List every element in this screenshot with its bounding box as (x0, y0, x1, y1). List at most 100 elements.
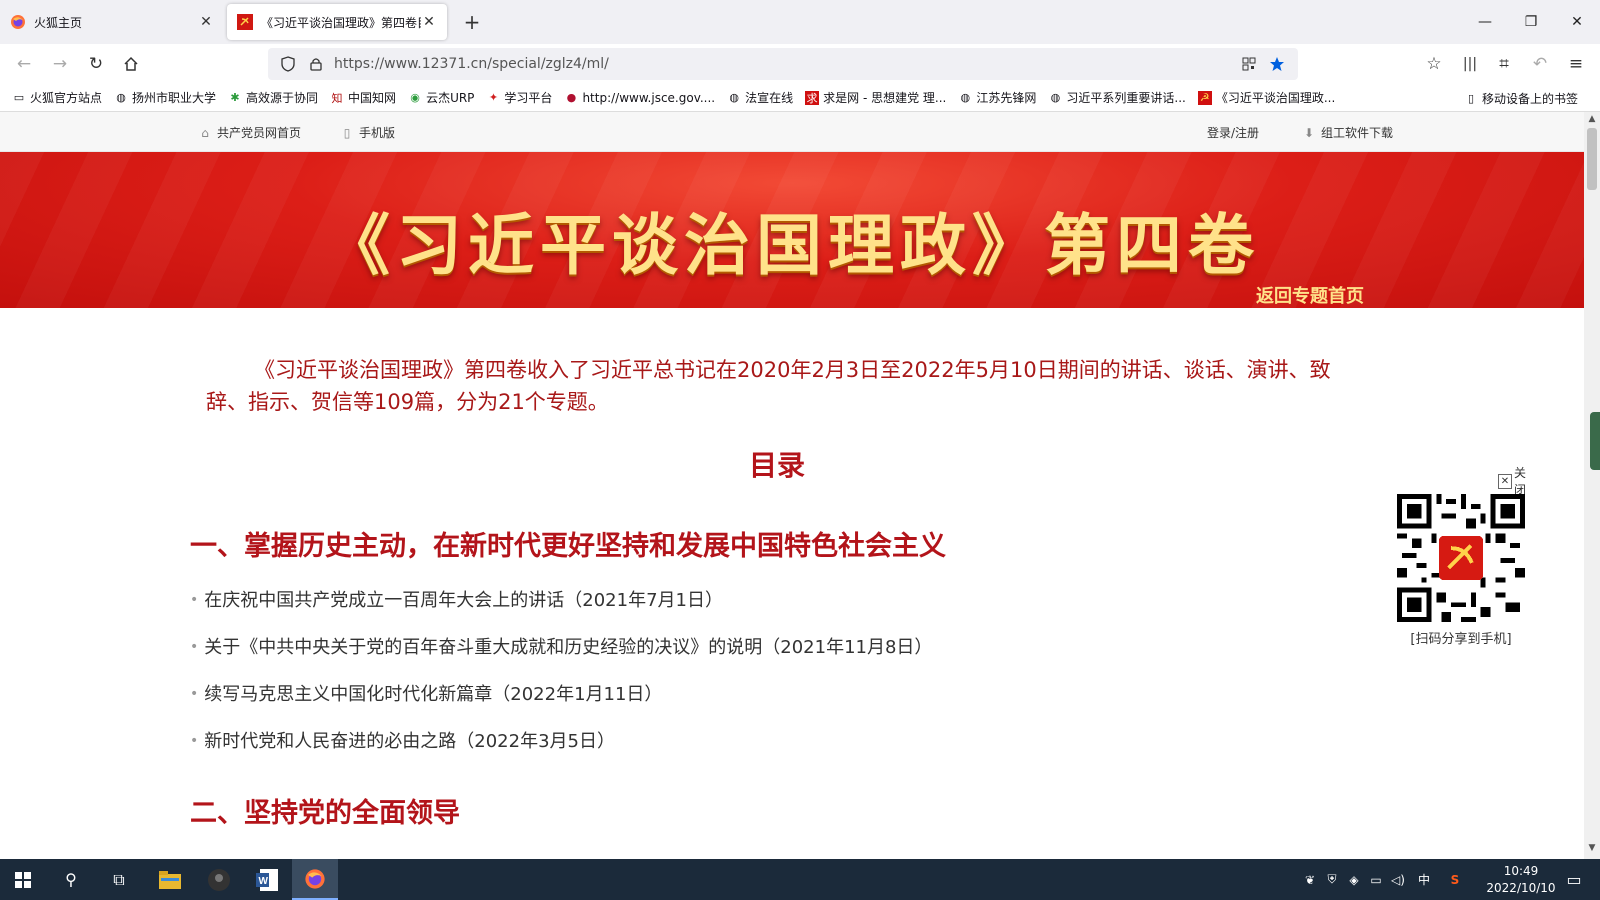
toc-item-link[interactable]: • 在庆祝中国共产党成立一百周年大会上的讲话（2021年7月1日） (190, 577, 1354, 624)
banner-title: 《习近平谈治国理政》第四卷 (324, 206, 1260, 284)
lock-icon[interactable] (306, 54, 326, 74)
bookmark-item[interactable]: 知中国知网 (330, 89, 397, 106)
shield-icon[interactable] (278, 54, 298, 74)
bookmark-item[interactable]: ◍ 习近平系列重要讲话... (1048, 89, 1186, 106)
bookmark-star-icon[interactable] (1266, 53, 1288, 75)
url-text[interactable]: https://www.12371.cn/special/zglz4/ml/ (334, 56, 1232, 72)
bookmark-item[interactable]: ◍ 法宣在线 (727, 89, 793, 106)
bookmark-item[interactable]: ▭ 火狐官方站点 (12, 89, 102, 106)
bookmark-label: 高效源于协同 (246, 91, 319, 105)
bookmark-label: 法宣在线 (745, 91, 794, 105)
address-bar[interactable]: https://www.12371.cn/special/zglz4/ml/ (268, 48, 1298, 80)
file-explorer-icon[interactable] (147, 859, 193, 900)
tray-app-icon[interactable]: ❦ (1300, 859, 1320, 900)
tab-title: 《习近平谈治国理政》第四卷目 (261, 15, 421, 30)
software-download-label: 组工软件下载 (1321, 126, 1394, 140)
firefox-taskbar-icon[interactable] (292, 859, 338, 900)
bookmark-label: 扬州市职业大学 (132, 91, 217, 105)
qiushi-icon: 求 (805, 90, 820, 105)
bullet-icon: • (190, 639, 199, 655)
clock-date: 2022/10/10 (1486, 881, 1556, 895)
download-icon: ⬇ (1303, 125, 1315, 140)
toc-item-link[interactable]: • 新时代党和人民奋进的必由之路（2022年3月5日） (190, 718, 1354, 765)
task-view-icon[interactable]: ⧉ (96, 859, 142, 900)
minimize-button[interactable]: — (1462, 0, 1508, 44)
toc-item-link[interactable]: • 续写马克思主义中国化时代化新篇章（2022年1月11日） (190, 671, 1354, 718)
globe-icon: ◍ (960, 91, 971, 104)
login-link[interactable]: 登录/注册 (1207, 124, 1259, 141)
toc-item-link[interactable]: • 关于《中共中央关于党的百年奋斗重大成就和历史经验的决议》的说明（2021年11… (190, 624, 1354, 671)
new-tab-button[interactable]: + (458, 8, 486, 36)
tab-active-page[interactable]: 《习近平谈治国理政》第四卷目 ✕ (227, 4, 447, 40)
bookmark-item[interactable]: ◍ 江苏先锋网 (958, 89, 1037, 106)
software-download-link[interactable]: ⬇ 组工软件下载 (1302, 124, 1393, 141)
close-icon: ✕ (1498, 473, 1512, 489)
bookmark-label: http://www.jsce.gov.... (582, 90, 716, 105)
network-icon[interactable]: ▭ (1366, 859, 1386, 900)
ime-indicator[interactable]: 中 (1414, 859, 1434, 900)
bookmark-label: 移动设备上的书签 (1481, 92, 1578, 106)
phone-icon: ▯ (1467, 92, 1475, 105)
bookmark-item[interactable]: ✦ 学习平台 (486, 89, 553, 106)
mobile-bookmarks[interactable]: ▯ 移动设备上的书签 (1464, 90, 1578, 107)
menu-icon[interactable]: ≡ (1562, 50, 1590, 78)
pocket-icon[interactable]: ☆ (1420, 50, 1448, 78)
restore-button[interactable]: ❐ (1508, 0, 1554, 44)
bookmark-item[interactable]: 求求是网 - 思想建党 理... (805, 89, 946, 106)
qr-code-icon[interactable] (1238, 53, 1260, 75)
tab-strip: 火狐主页 ✕ 《习近平谈治国理政》第四卷目 ✕ + — ❐ ✕ (0, 0, 1600, 44)
search-icon[interactable]: ⚲ (48, 859, 94, 900)
app-avatar-icon[interactable] (196, 859, 242, 900)
forward-button[interactable]: → (46, 50, 74, 78)
toc-item-label: 在庆祝中国共产党成立一百周年大会上的讲话（2021年7月1日） (204, 590, 723, 611)
party-emblem-icon (237, 14, 253, 30)
start-button[interactable] (0, 859, 46, 900)
tab-close-icon[interactable]: ✕ (421, 14, 437, 30)
bookmark-item[interactable]: ☭ 《习近平谈治国理政... (1197, 89, 1336, 106)
clock-time: 10:49 (1503, 864, 1539, 878)
xuexi-icon: ✦ (488, 91, 499, 104)
home-button[interactable] (117, 50, 145, 78)
back-to-special-home-link[interactable]: 返回专题首页 (1256, 282, 1364, 308)
undo-icon[interactable]: ↶ (1526, 50, 1554, 78)
volume-icon[interactable]: ◁) (1388, 859, 1408, 900)
globe-icon: ◍ (1050, 91, 1061, 104)
scroll-down-icon[interactable]: ▼ (1584, 843, 1600, 857)
security-icon[interactable]: ◈ (1344, 859, 1364, 900)
screenshot-icon[interactable]: ⌗ (1490, 50, 1518, 78)
word-icon[interactable]: W (244, 859, 290, 900)
bookmarks-toolbar: ▭ 火狐官方站点 ◍ 扬州市职业大学 ✱ 高效源于协同 知中国知网 ◉ 云杰URP ✦ 学… (0, 84, 1600, 112)
scrollbar-thumb[interactable] (1587, 128, 1597, 190)
mobile-version-link[interactable]: ▯ 手机版 (340, 124, 395, 141)
special-banner: 《习近平谈治国理政》第四卷 返回专题首页 (0, 152, 1584, 308)
site-home-link[interactable]: ⌂ 共产党员网首页 (198, 124, 301, 141)
bookmark-item[interactable]: ✱ 高效源于协同 (228, 89, 318, 106)
section-heading: 二、坚持党的全面领导 (190, 798, 460, 829)
bookmark-item[interactable]: ◉ 云杰URP (408, 89, 474, 106)
bookmark-item[interactable]: ● http://www.jsce.gov.... (564, 90, 716, 105)
qr-close-button[interactable]: ✕ 关闭 (1498, 464, 1536, 498)
bookmark-label: 学习平台 (504, 91, 553, 105)
tab-title: 火狐主页 (34, 15, 83, 30)
main-content: 《习近平谈治国理政》第四卷收入了习近平总书记在2020年2月3日至2022年5月… (0, 308, 1584, 830)
tab-firefox-home[interactable]: 火狐主页 ✕ (0, 4, 224, 40)
tab-close-icon[interactable]: ✕ (198, 14, 214, 30)
side-floating-widget[interactable] (1590, 412, 1600, 470)
clock[interactable]: 10:49 2022/10/10 (1486, 863, 1556, 897)
defender-icon[interactable]: ⛨ (1322, 859, 1342, 900)
cnki-icon: 知 (331, 91, 343, 105)
bookmark-item[interactable]: ◍ 扬州市职业大学 (114, 89, 216, 106)
reload-button[interactable]: ↻ (82, 50, 110, 78)
bullet-icon: • (190, 733, 199, 749)
back-button[interactable]: ← (10, 50, 38, 78)
page-scrollbar[interactable]: ▲ ▼ (1584, 112, 1600, 859)
windows-taskbar: ⚲ ⧉ W ❦ ⛨ ◈ ▭ ◁) 中 S 10:49 2022/10/10 ▭ (0, 859, 1600, 900)
navigation-bar: ← → ↻ https://www.12371.cn/special/zglz4… (0, 44, 1600, 84)
sogou-icon[interactable]: S (1444, 859, 1466, 900)
site-topbar: ⌂ 共产党员网首页 ▯ 手机版 登录/注册 ⬇ 组工软件下载 (0, 112, 1584, 152)
bookmark-label: 《习近平谈治国理政... (1215, 91, 1336, 105)
scroll-up-icon[interactable]: ▲ (1584, 114, 1600, 128)
close-window-button[interactable]: ✕ (1554, 0, 1600, 44)
library-icon[interactable]: ||| (1456, 50, 1484, 78)
notification-icon[interactable]: ▭ (1554, 859, 1594, 900)
